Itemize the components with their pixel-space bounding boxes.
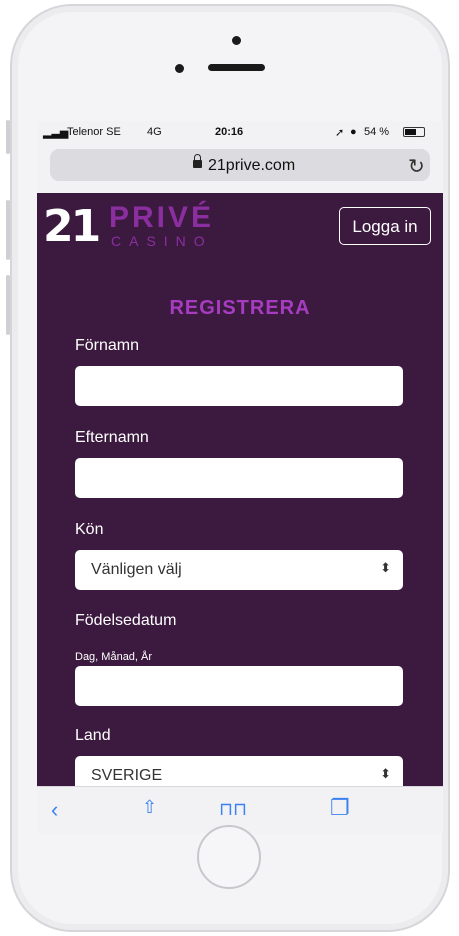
gender-select[interactable]: Vänligen välj ⬍ [75,550,403,590]
logo-brand[interactable]: PRIVÉ [109,201,214,235]
first-name-field[interactable] [75,366,403,406]
location-icon: ➚ [335,127,345,139]
bookmarks-icon[interactable]: ⊓⊓ [219,799,247,820]
battery-percent: 54 % [364,126,390,138]
dob-field[interactable] [75,666,403,706]
home-button[interactable] [197,825,261,889]
phone-screen: ▂▃▅ Telenor SE 4G 20:16 ➚ ● 54 % 21prive… [37,121,443,833]
browser-url-bar: 21prive.com ↻ [37,143,443,193]
mute-switch [6,120,10,154]
last-name-label: Efternamn [75,429,149,446]
site-header: 21 PRIVÉ CASINO Logga in [37,193,443,267]
dob-label: Födelsedatum [75,612,177,629]
country-select-value: SVERIGE [91,767,163,784]
first-name-label: Förnamn [75,337,140,354]
gender-select-value: Vänligen välj [91,561,182,578]
battery-icon [403,127,425,137]
url-text: 21prive.com [208,157,296,174]
clock: 20:16 [215,126,244,138]
back-icon[interactable]: ‹ [51,797,58,823]
gender-label: Kön [75,521,104,538]
share-icon[interactable]: ⇧ [142,797,157,818]
reload-icon[interactable]: ↻ [408,154,425,179]
last-name-field[interactable] [75,458,403,498]
select-arrows-icon: ⬍ [380,766,391,781]
select-arrows-icon: ⬍ [380,560,391,575]
dob-hint: Dag, Månad, År [75,651,153,663]
logo-subtitle: CASINO [111,233,213,249]
network-type: 4G [147,126,162,138]
alarm-icon: ● [350,126,357,138]
volume-down-button [6,275,10,335]
safari-toolbar: ‹ ⇧ ⊓⊓ ❐ [37,786,443,833]
signal-icon: ▂▃▅ [43,127,69,139]
front-camera [232,36,241,45]
tabs-icon[interactable]: ❐ [330,795,350,821]
country-label: Land [75,727,111,744]
address-field[interactable]: 21prive.com ↻ [50,149,430,181]
carrier-name: Telenor SE [67,126,121,138]
register-title: REGISTRERA [169,297,311,319]
volume-up-button [6,200,10,260]
logo-number[interactable]: 21 [43,201,101,252]
status-bar: ▂▃▅ Telenor SE 4G 20:16 ➚ ● 54 % [37,121,443,143]
login-button[interactable]: Logga in [339,207,431,245]
earpiece-speaker [208,64,265,71]
lock-icon [193,154,202,168]
proximity-sensor [175,64,184,73]
